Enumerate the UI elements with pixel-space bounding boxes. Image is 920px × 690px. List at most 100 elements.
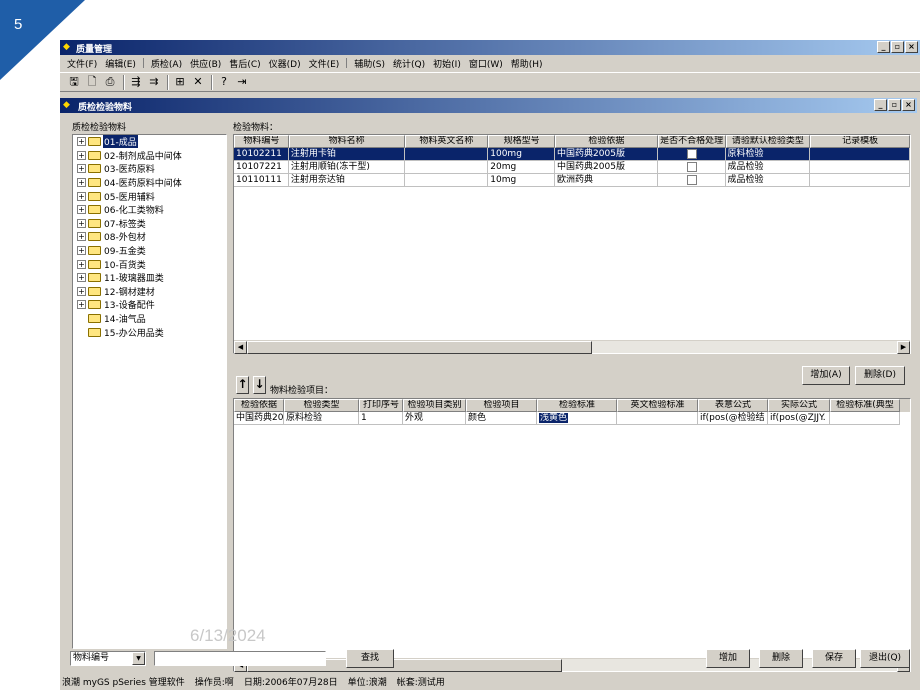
- tree-item[interactable]: 14-油气品: [73, 312, 226, 326]
- materials-grid[interactable]: 物料编号 物料名称 物料英文名称 规格型号 检验依据 是否不合格处理 请验默认检验类型 记录模…: [233, 134, 911, 354]
- column-header[interactable]: 检验标准(典型: [830, 399, 900, 412]
- column-header[interactable]: 检验依据: [555, 135, 658, 148]
- menu-item[interactable]: 编辑(E): [101, 57, 140, 70]
- add-material-button[interactable]: 增加(A): [802, 366, 850, 385]
- tree-item[interactable]: +10-百货类: [73, 257, 226, 271]
- menu-item[interactable]: 仪器(D): [265, 57, 305, 70]
- insert-row-icon[interactable]: ⊞: [172, 74, 188, 90]
- delete-icon[interactable]: ✕: [190, 74, 206, 90]
- chevron-down-icon[interactable]: ▼: [132, 652, 145, 665]
- table-cell[interactable]: 外观: [403, 412, 466, 425]
- table-row[interactable]: 10107221 注射用顺铂(冻干型) 20mg 中国药典2005版 成品检验: [234, 161, 910, 174]
- restore-button[interactable]: ▫: [891, 41, 904, 53]
- child-close-button[interactable]: ×: [902, 99, 915, 111]
- column-header[interactable]: 检验项目: [466, 399, 537, 412]
- column-header[interactable]: 表意公式: [698, 399, 768, 412]
- materials-hscroll[interactable]: ◀ ▶: [234, 340, 910, 354]
- nonconform-checkbox[interactable]: [687, 162, 698, 172]
- tree-item[interactable]: +07-标签类: [73, 217, 226, 231]
- menu-item[interactable]: 窗口(W): [465, 57, 507, 70]
- column-header[interactable]: 检验类型: [284, 399, 359, 412]
- expand-icon[interactable]: +: [77, 191, 86, 201]
- save-button[interactable]: 保存: [812, 649, 856, 668]
- table-row[interactable]: 10110111 注射用奈达铂 10mg 欧洲药典 成品检验: [234, 174, 910, 187]
- table-row[interactable]: 中国药典2005原料检验1外观颜色浅黄色 if(pos(@检验结if(pos(@Z…: [234, 412, 910, 425]
- expand-icon[interactable]: +: [77, 218, 86, 228]
- exit-button[interactable]: 退出(Q): [860, 649, 910, 668]
- tree-item[interactable]: +02-制剂成品中间体: [73, 149, 226, 163]
- close-button[interactable]: ×: [905, 41, 918, 53]
- tree-item[interactable]: +04-医药原料中间体: [73, 176, 226, 190]
- print-icon[interactable]: ⎙: [102, 74, 118, 90]
- table-cell[interactable]: if(pos(@ZJJY.: [768, 412, 830, 425]
- search-input[interactable]: [154, 651, 326, 666]
- expand-icon[interactable]: +: [77, 259, 86, 269]
- menu-item[interactable]: 辅助(S): [350, 57, 389, 70]
- tree-item[interactable]: +12-钢材建材: [73, 285, 226, 299]
- table-cell-checkbox[interactable]: [657, 174, 726, 187]
- tree-item[interactable]: 15-办公用品类: [73, 325, 226, 339]
- table-cell[interactable]: [830, 412, 900, 425]
- expand-icon[interactable]: +: [77, 164, 86, 174]
- search-button[interactable]: 查找: [346, 649, 394, 668]
- tree-item[interactable]: +01-成品: [73, 135, 226, 149]
- menu-item[interactable]: 供应(B): [186, 57, 225, 70]
- help-icon[interactable]: ?: [216, 74, 232, 90]
- column-header[interactable]: 请验默认检验类型: [725, 135, 811, 148]
- nonconform-checkbox[interactable]: [687, 149, 698, 159]
- column-header[interactable]: 规格型号: [488, 135, 556, 148]
- column-header[interactable]: 实际公式: [768, 399, 830, 412]
- tree-item[interactable]: +09-五金类: [73, 244, 226, 258]
- table-cell[interactable]: 原料检验: [284, 412, 359, 425]
- column-header[interactable]: 记录模板: [810, 135, 910, 148]
- tree-item[interactable]: +03-医药原料: [73, 162, 226, 176]
- delete-button[interactable]: 删除: [759, 649, 803, 668]
- import-icon[interactable]: ⇉: [146, 74, 162, 90]
- nonconform-checkbox[interactable]: [687, 175, 698, 185]
- table-cell[interactable]: 浅黄色: [537, 412, 617, 425]
- scroll-left-button[interactable]: ◀: [234, 341, 247, 354]
- items-hscroll[interactable]: ◀ ▶: [234, 658, 910, 672]
- table-cell-editing[interactable]: 浅黄色: [539, 413, 569, 423]
- expand-icon[interactable]: +: [77, 286, 86, 296]
- scroll-thumb[interactable]: [247, 341, 592, 354]
- expand-icon[interactable]: +: [77, 300, 86, 310]
- expand-icon[interactable]: +: [77, 273, 86, 283]
- column-header[interactable]: 检验项目类别: [403, 399, 466, 412]
- menu-item[interactable]: 文件(E): [305, 57, 344, 70]
- exit-icon[interactable]: ⇥: [234, 74, 250, 90]
- print-preview-icon[interactable]: 🗋: [84, 74, 100, 90]
- move-up-button[interactable]: ↑: [236, 376, 249, 394]
- export-icon[interactable]: ⇶: [128, 74, 144, 90]
- column-header[interactable]: 物料名称: [288, 135, 405, 148]
- category-tree[interactable]: +01-成品 +02-制剂成品中间体 +03-医药原料 +04-医药原料中间体 +05-…: [72, 134, 227, 649]
- menu-item[interactable]: 售后(C): [225, 57, 264, 70]
- tree-item[interactable]: +06-化工类物料: [73, 203, 226, 217]
- table-cell[interactable]: [617, 412, 698, 425]
- expand-icon[interactable]: +: [77, 150, 86, 160]
- inspection-items-grid[interactable]: 检验依据 检验类型 打印序号 检验项目类别 检验项目 检验标准 英文检验标准 表意公式 实际公式…: [233, 398, 911, 672]
- menu-item[interactable]: 帮助(H): [507, 57, 547, 70]
- tree-item[interactable]: +05-医用辅料: [73, 189, 226, 203]
- tree-item[interactable]: +11-玻璃器皿类: [73, 271, 226, 285]
- child-minimize-button[interactable]: _: [874, 99, 887, 111]
- column-header[interactable]: 物料英文名称: [404, 135, 489, 148]
- expand-icon[interactable]: +: [77, 137, 86, 147]
- table-row[interactable]: 10102211 注射用卡铂 100mg 中国药典2005版 原料检验: [234, 148, 910, 161]
- search-field-select[interactable]: 物料编号 ▼: [70, 651, 146, 666]
- table-cell[interactable]: 颜色: [466, 412, 537, 425]
- add-button[interactable]: 增加: [706, 649, 750, 668]
- tree-item[interactable]: +13-设备配件: [73, 298, 226, 312]
- table-cell-checkbox[interactable]: [657, 148, 726, 161]
- column-header[interactable]: 打印序号: [359, 399, 403, 412]
- expand-icon[interactable]: +: [77, 246, 86, 256]
- move-down-button[interactable]: ↓: [253, 376, 266, 394]
- scroll-right-button[interactable]: ▶: [897, 341, 910, 354]
- expand-icon[interactable]: +: [77, 178, 86, 188]
- menu-item[interactable]: 统计(Q): [389, 57, 429, 70]
- column-header[interactable]: 检验标准: [537, 399, 617, 412]
- tree-item[interactable]: +08-外包材: [73, 230, 226, 244]
- column-header[interactable]: 英文检验标准: [617, 399, 698, 412]
- delete-material-button[interactable]: 删除(D): [855, 366, 905, 385]
- table-cell[interactable]: 中国药典2005: [234, 412, 284, 425]
